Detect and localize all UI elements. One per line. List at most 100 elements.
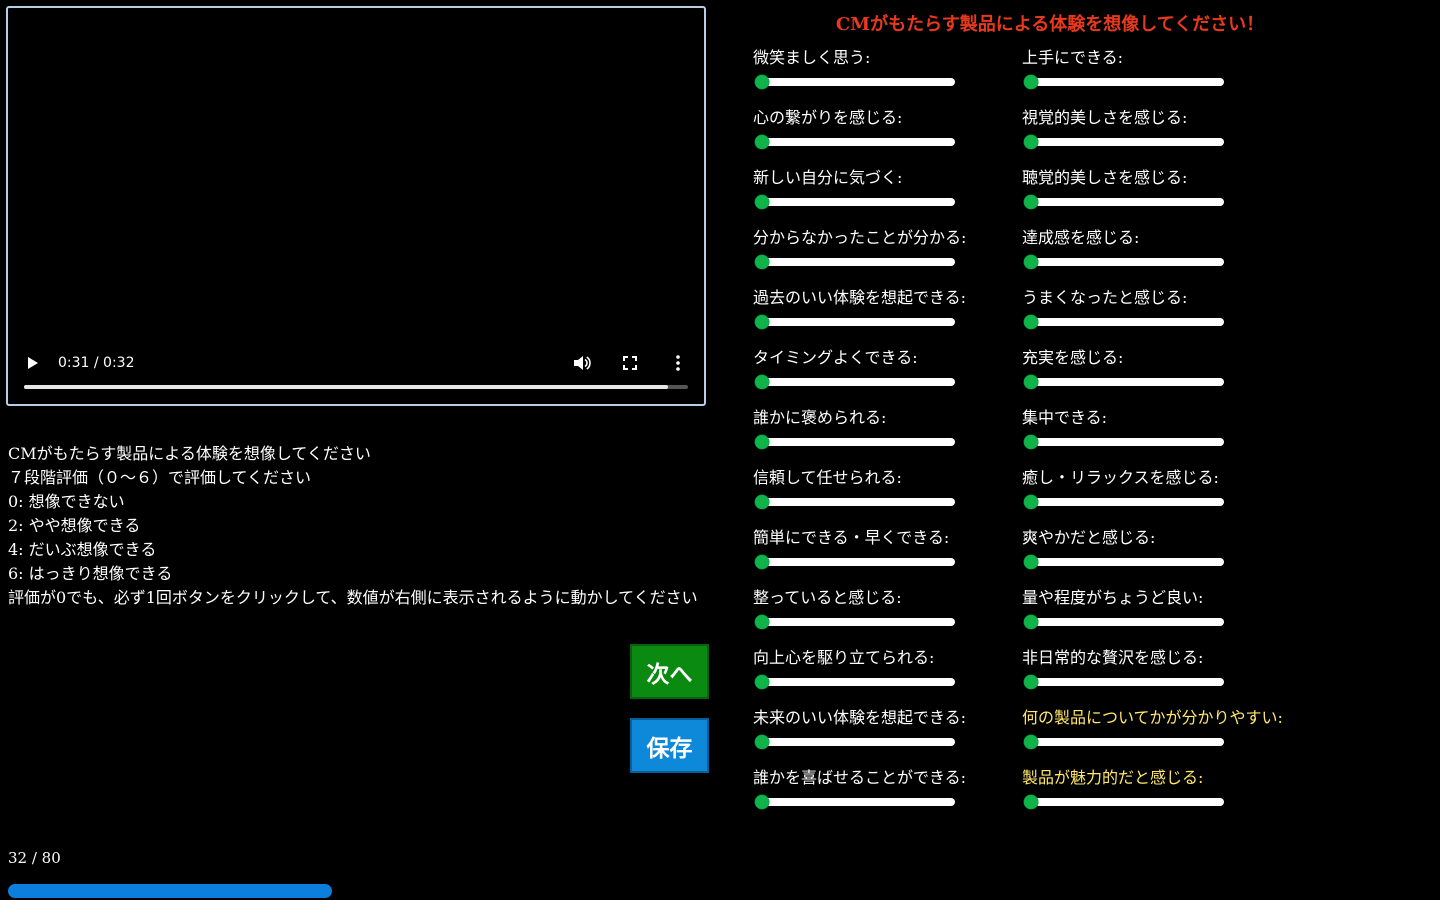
- rating-slider-thumb[interactable]: [755, 135, 769, 149]
- rating-slider-thumb[interactable]: [1024, 315, 1038, 329]
- instruction-line: 0: 想像できない: [8, 492, 125, 511]
- rating-label: 何の製品についてかが分かりやすい:: [1022, 708, 1283, 727]
- rating-item: 視覚的美しさを感じる:: [1022, 108, 1292, 149]
- rating-slider[interactable]: [1024, 675, 1224, 689]
- rating-slider-thumb[interactable]: [755, 315, 769, 329]
- rating-slider-thumb[interactable]: [755, 435, 769, 449]
- rating-slider[interactable]: [755, 375, 955, 389]
- rating-slider[interactable]: [1024, 255, 1224, 269]
- rating-label: 量や程度がちょうど良い:: [1022, 588, 1204, 607]
- rating-slider-thumb[interactable]: [1024, 555, 1038, 569]
- rating-slider-thumb[interactable]: [1024, 195, 1038, 209]
- instruction-line: 2: やや想像できる: [8, 516, 141, 535]
- rating-slider-thumb[interactable]: [755, 75, 769, 89]
- rating-label: 誰かに褒められる:: [753, 408, 887, 427]
- more-options-icon[interactable]: [668, 353, 688, 373]
- rating-item: 微笑ましく思う:: [753, 48, 1023, 89]
- rating-slider-thumb[interactable]: [1024, 435, 1038, 449]
- rating-item: 爽やかだと感じる:: [1022, 528, 1292, 569]
- rating-item: 何の製品についてかが分かりやすい:: [1022, 708, 1292, 749]
- rating-slider[interactable]: [755, 795, 955, 809]
- rating-slider-thumb[interactable]: [755, 555, 769, 569]
- rating-label: 集中できる:: [1022, 408, 1108, 427]
- rating-label: 整っていると感じる:: [753, 588, 902, 607]
- rating-label: 癒し・リラックスを感じる:: [1022, 468, 1219, 487]
- rating-slider[interactable]: [1024, 75, 1224, 89]
- play-icon[interactable]: [28, 357, 38, 369]
- rating-slider-thumb[interactable]: [1024, 255, 1038, 269]
- rating-slider[interactable]: [1024, 135, 1224, 149]
- rating-slider-thumb[interactable]: [1024, 735, 1038, 749]
- rating-label: 視覚的美しさを感じる:: [1022, 108, 1188, 127]
- progress-counter: 32 / 80: [8, 849, 61, 867]
- rating-slider[interactable]: [1024, 615, 1224, 629]
- rating-item: 癒し・リラックスを感じる:: [1022, 468, 1292, 509]
- rating-slider[interactable]: [1024, 735, 1224, 749]
- rating-item: 新しい自分に気づく:: [753, 168, 1023, 209]
- rating-item: 非日常的な贅沢を感じる:: [1022, 648, 1292, 689]
- rating-slider-thumb[interactable]: [1024, 375, 1038, 389]
- rating-slider[interactable]: [1024, 195, 1224, 209]
- next-button[interactable]: 次へ: [630, 644, 709, 699]
- video-scrubber[interactable]: [24, 385, 688, 389]
- rating-item: 誰かを喜ばせることができる:: [753, 768, 1023, 809]
- rating-label: 爽やかだと感じる:: [1022, 528, 1156, 547]
- fullscreen-icon[interactable]: [620, 353, 640, 373]
- rating-slider-thumb[interactable]: [1024, 75, 1038, 89]
- rating-header: CMがもたらす製品による体験を想像してください！: [835, 14, 1265, 35]
- instruction-line: 評価が0でも、必ず1回ボタンをクリックして、数値が右側に表示されるように動かして…: [8, 588, 698, 607]
- rating-item: うまくなったと感じる:: [1022, 288, 1292, 329]
- rating-item: 心の繋がりを感じる:: [753, 108, 1023, 149]
- rating-slider[interactable]: [1024, 795, 1224, 809]
- rating-item: 向上心を駆り立てられる:: [753, 648, 1023, 689]
- rating-item: 達成感を感じる:: [1022, 228, 1292, 269]
- rating-slider-thumb[interactable]: [755, 495, 769, 509]
- instruction-line: ７段階評価（０〜６）で評価してください: [8, 468, 312, 487]
- rating-slider-thumb[interactable]: [755, 375, 769, 389]
- rating-slider[interactable]: [755, 555, 955, 569]
- rating-slider[interactable]: [1024, 555, 1224, 569]
- rating-item: 聴覚的美しさを感じる:: [1022, 168, 1292, 209]
- rating-slider-thumb[interactable]: [755, 735, 769, 749]
- rating-slider[interactable]: [1024, 435, 1224, 449]
- rating-slider-thumb[interactable]: [1024, 615, 1038, 629]
- video-player[interactable]: 0:31 / 0:32: [6, 6, 706, 406]
- rating-slider[interactable]: [755, 675, 955, 689]
- rating-label: 非日常的な贅沢を感じる:: [1022, 648, 1204, 667]
- rating-slider[interactable]: [1024, 495, 1224, 509]
- rating-slider-thumb[interactable]: [755, 675, 769, 689]
- rating-item: 過去のいい体験を想起できる:: [753, 288, 1023, 329]
- rating-item: 信頼して任せられる:: [753, 468, 1023, 509]
- rating-label: 微笑ましく思う:: [753, 48, 871, 67]
- rating-slider-thumb[interactable]: [1024, 495, 1038, 509]
- rating-slider[interactable]: [1024, 315, 1224, 329]
- rating-slider[interactable]: [755, 435, 955, 449]
- rating-slider-thumb[interactable]: [1024, 675, 1038, 689]
- rating-slider[interactable]: [755, 315, 955, 329]
- save-button[interactable]: 保存: [630, 718, 709, 773]
- rating-item: 上手にできる:: [1022, 48, 1292, 89]
- rating-slider-thumb[interactable]: [755, 615, 769, 629]
- rating-label: 新しい自分に気づく:: [753, 168, 903, 187]
- progress-bar-fill: [8, 884, 332, 898]
- rating-item: 集中できる:: [1022, 408, 1292, 449]
- rating-slider-thumb[interactable]: [1024, 795, 1038, 809]
- rating-slider[interactable]: [755, 495, 955, 509]
- rating-slider[interactable]: [755, 615, 955, 629]
- rating-label: 信頼して任せられる:: [753, 468, 902, 487]
- volume-icon[interactable]: [572, 353, 592, 373]
- rating-slider[interactable]: [755, 75, 955, 89]
- video-time: 0:31 / 0:32: [58, 355, 135, 371]
- rating-slider-thumb[interactable]: [755, 195, 769, 209]
- rating-item: 量や程度がちょうど良い:: [1022, 588, 1292, 629]
- rating-slider-thumb[interactable]: [755, 795, 769, 809]
- rating-slider[interactable]: [755, 735, 955, 749]
- rating-slider[interactable]: [755, 255, 955, 269]
- instruction-line: 6: はっきり想像できる: [8, 564, 173, 583]
- rating-slider-thumb[interactable]: [755, 255, 769, 269]
- rating-slider[interactable]: [755, 195, 955, 209]
- rating-label: 聴覚的美しさを感じる:: [1022, 168, 1188, 187]
- rating-slider[interactable]: [755, 135, 955, 149]
- rating-slider-thumb[interactable]: [1024, 135, 1038, 149]
- rating-slider[interactable]: [1024, 375, 1224, 389]
